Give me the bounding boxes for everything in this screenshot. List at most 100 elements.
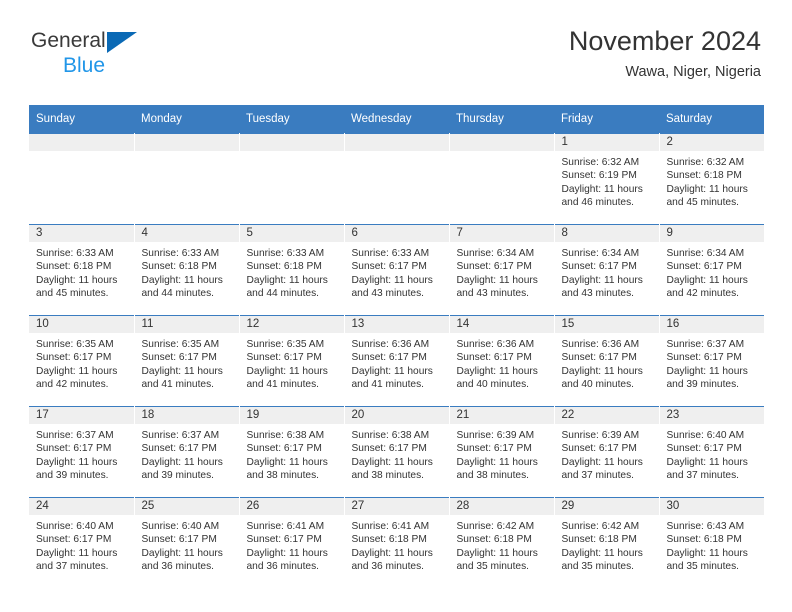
day-details: Sunrise: 6:34 AM Sunset: 6:17 PM Daylight:… [555, 242, 659, 301]
calendar-day-cell[interactable]: 11 Sunrise: 6:35 AM Sunset: 6:17 PM Dayligh… [134, 315, 240, 407]
calendar-day-cell[interactable]: 3 Sunrise: 6:33 AM Sunset: 6:18 PM Daylight… [29, 224, 135, 316]
calendar-day-cell[interactable]: 20 Sunrise: 6:38 AM Sunset: 6:17 PM Dayligh… [344, 406, 450, 498]
day-21: 21 Sunrise: 6:39 AM Sunset: 6:17 PM Dayligh… [449, 407, 554, 497]
day-details: Sunrise: 6:34 AM Sunset: 6:17 PM Daylight:… [450, 242, 554, 301]
day-number [449, 134, 554, 151]
calendar-day-cell[interactable]: 23 Sunrise: 6:40 AM Sunset: 6:17 PM Dayligh… [659, 406, 764, 498]
day-10: 10 Sunrise: 6:35 AM Sunset: 6:17 PM Dayligh… [29, 316, 134, 406]
daylight-text-line1: Daylight: 11 hours [36, 365, 118, 377]
day-26: 26 Sunrise: 6:41 AM Sunset: 6:17 PM Dayligh… [239, 498, 344, 588]
daylight-text-line1: Daylight: 11 hours [561, 183, 643, 195]
daylight-text-line1: Daylight: 11 hours [36, 274, 118, 286]
sunrise-text: Sunrise: 6:33 AM [36, 248, 114, 259]
day-8: 8 Sunrise: 6:34 AM Sunset: 6:17 PM Daylight… [554, 225, 659, 315]
calendar-page: General Blue November 2024 Wawa, Niger, … [0, 0, 792, 612]
weekday-header-row: Sunday Monday Tuesday Wednesday Thursday Frid… [29, 105, 764, 134]
sunrise-text: Sunrise: 6:43 AM [666, 521, 745, 532]
calendar-day-cell[interactable]: 28 Sunrise: 6:42 AM Sunset: 6:18 PM Dayligh… [449, 497, 555, 588]
day-number: 16 [659, 316, 764, 333]
calendar-day-cell[interactable]: 8 Sunrise: 6:34 AM Sunset: 6:17 PM Daylight… [554, 224, 660, 316]
daylight-text-line1: Daylight: 11 hours [246, 456, 328, 468]
day-details: Sunrise: 6:33 AM Sunset: 6:17 PM Daylight:… [345, 242, 449, 301]
daylight-text-line1: Daylight: 11 hours [351, 274, 433, 286]
sunset-text: Sunset: 6:17 PM [141, 443, 217, 455]
calendar-day-cell[interactable]: 15 Sunrise: 6:36 AM Sunset: 6:17 PM Dayligh… [554, 315, 660, 407]
day-number: 7 [449, 225, 554, 242]
sunrise-text: Sunrise: 6:35 AM [141, 339, 220, 350]
day-number: 26 [239, 498, 344, 515]
daylight-text-line1: Daylight: 11 hours [456, 365, 538, 377]
calendar-day-cell[interactable]: 16 Sunrise: 6:37 AM Sunset: 6:17 PM Dayligh… [659, 315, 764, 407]
sunrise-text: Sunrise: 6:38 AM [246, 430, 325, 441]
calendar-day-cell [134, 133, 240, 225]
calendar-day-cell[interactable]: 7 Sunrise: 6:34 AM Sunset: 6:17 PM Daylight… [449, 224, 555, 316]
calendar-day-cell[interactable]: 14 Sunrise: 6:36 AM Sunset: 6:17 PM Dayligh… [449, 315, 555, 407]
daylight-text-line2: and 39 minutes. [36, 470, 109, 482]
daylight-text-line2: and 38 minutes. [351, 470, 425, 482]
calendar-day-cell[interactable]: 2 Sunrise: 6:32 AM Sunset: 6:18 PM Daylight… [659, 133, 765, 225]
calendar-day-cell[interactable]: 19 Sunrise: 6:38 AM Sunset: 6:17 PM Dayligh… [239, 406, 345, 498]
daylight-text-line2: and 35 minutes. [666, 561, 740, 573]
day-15: 15 Sunrise: 6:36 AM Sunset: 6:17 PM Dayligh… [554, 316, 659, 406]
daylight-text-line1: Daylight: 11 hours [141, 547, 223, 559]
calendar-day-cell[interactable]: 13 Sunrise: 6:36 AM Sunset: 6:17 PM Dayligh… [344, 315, 450, 407]
calendar-day-cell[interactable]: 12 Sunrise: 6:35 AM Sunset: 6:17 PM Dayligh… [239, 315, 345, 407]
sunrise-text: Sunrise: 6:39 AM [561, 430, 640, 441]
calendar-day-cell[interactable]: 10 Sunrise: 6:35 AM Sunset: 6:17 PM Dayligh… [29, 315, 135, 407]
empty-day [134, 134, 239, 224]
calendar-day-cell[interactable]: 9 Sunrise: 6:34 AM Sunset: 6:17 PM Daylight… [659, 224, 764, 316]
calendar-day-cell[interactable]: 21 Sunrise: 6:39 AM Sunset: 6:17 PM Dayligh… [449, 406, 555, 498]
calendar-day-cell[interactable]: 29 Sunrise: 6:42 AM Sunset: 6:18 PM Dayligh… [554, 497, 660, 588]
daylight-text-line2: and 44 minutes. [141, 288, 215, 300]
sunset-text: Sunset: 6:17 PM [666, 443, 742, 455]
calendar-day-cell[interactable]: 4 Sunrise: 6:33 AM Sunset: 6:18 PM Daylight… [134, 224, 240, 316]
day-23: 23 Sunrise: 6:40 AM Sunset: 6:17 PM Dayligh… [659, 407, 764, 497]
day-details: Sunrise: 6:37 AM Sunset: 6:17 PM Daylight:… [135, 424, 239, 483]
calendar-day-cell[interactable]: 22 Sunrise: 6:39 AM Sunset: 6:17 PM Dayligh… [554, 406, 660, 498]
calendar-day-cell[interactable]: 6 Sunrise: 6:33 AM Sunset: 6:17 PM Daylight… [344, 224, 450, 316]
calendar-week-row: 17 Sunrise: 6:37 AM Sunset: 6:17 PM Dayligh… [29, 406, 764, 498]
day-3: 3 Sunrise: 6:33 AM Sunset: 6:18 PM Daylight… [29, 225, 134, 315]
day-details: Sunrise: 6:35 AM Sunset: 6:17 PM Daylight:… [135, 333, 239, 392]
calendar-day-cell[interactable]: 5 Sunrise: 6:33 AM Sunset: 6:18 PM Daylight… [239, 224, 345, 316]
calendar-day-cell[interactable]: 25 Sunrise: 6:40 AM Sunset: 6:17 PM Dayligh… [134, 497, 240, 588]
calendar-week-row: 1 Sunrise: 6:32 AM Sunset: 6:19 PM Daylight… [29, 133, 765, 225]
day-details: Sunrise: 6:39 AM Sunset: 6:17 PM Daylight:… [450, 424, 554, 483]
daylight-text-line2: and 35 minutes. [561, 561, 635, 573]
day-details: Sunrise: 6:41 AM Sunset: 6:18 PM Daylight:… [345, 515, 449, 574]
day-number: 12 [239, 316, 344, 333]
day-details: Sunrise: 6:33 AM Sunset: 6:18 PM Daylight:… [240, 242, 344, 301]
day-number: 25 [134, 498, 239, 515]
calendar-day-cell[interactable]: 1 Sunrise: 6:32 AM Sunset: 6:19 PM Daylight… [554, 133, 660, 225]
calendar-day-cell[interactable]: 17 Sunrise: 6:37 AM Sunset: 6:17 PM Dayligh… [29, 406, 135, 498]
day-number: 21 [449, 407, 554, 424]
calendar-day-cell [29, 133, 135, 225]
day-number: 17 [29, 407, 134, 424]
daylight-text-line1: Daylight: 11 hours [246, 547, 328, 559]
day-details: Sunrise: 6:33 AM Sunset: 6:18 PM Daylight:… [135, 242, 239, 301]
day-details: Sunrise: 6:32 AM Sunset: 6:19 PM Daylight:… [555, 151, 659, 210]
day-details: Sunrise: 6:32 AM Sunset: 6:18 PM Daylight:… [660, 151, 765, 210]
sunrise-text: Sunrise: 6:33 AM [351, 248, 430, 259]
daylight-text-line2: and 42 minutes. [666, 288, 740, 300]
calendar-day-cell[interactable]: 26 Sunrise: 6:41 AM Sunset: 6:17 PM Dayligh… [239, 497, 345, 588]
day-details: Sunrise: 6:38 AM Sunset: 6:17 PM Daylight:… [240, 424, 344, 483]
day-20: 20 Sunrise: 6:38 AM Sunset: 6:17 PM Dayligh… [344, 407, 449, 497]
logo-text-general: General [31, 30, 161, 54]
day-details: Sunrise: 6:40 AM Sunset: 6:17 PM Daylight:… [29, 515, 134, 574]
day-number: 9 [659, 225, 764, 242]
day-number: 24 [29, 498, 134, 515]
daylight-text-line2: and 41 minutes. [141, 379, 215, 391]
title-block: November 2024 Wawa, Niger, Nigeria [569, 26, 761, 80]
general-blue-logo[interactable]: General Blue [31, 30, 161, 80]
daylight-text-line2: and 43 minutes. [456, 288, 530, 300]
day-number: 13 [344, 316, 449, 333]
sunset-text: Sunset: 6:17 PM [141, 534, 217, 546]
daylight-text-line1: Daylight: 11 hours [561, 456, 643, 468]
calendar-day-cell[interactable]: 24 Sunrise: 6:40 AM Sunset: 6:17 PM Dayligh… [29, 497, 135, 588]
calendar-day-cell[interactable]: 27 Sunrise: 6:41 AM Sunset: 6:18 PM Dayligh… [344, 497, 450, 588]
calendar-day-cell[interactable]: 18 Sunrise: 6:37 AM Sunset: 6:17 PM Dayligh… [134, 406, 240, 498]
calendar-day-cell[interactable]: 30 Sunrise: 6:43 AM Sunset: 6:18 PM Dayligh… [659, 497, 764, 588]
sunrise-text: Sunrise: 6:35 AM [246, 339, 325, 350]
sunset-text: Sunset: 6:17 PM [36, 352, 112, 364]
